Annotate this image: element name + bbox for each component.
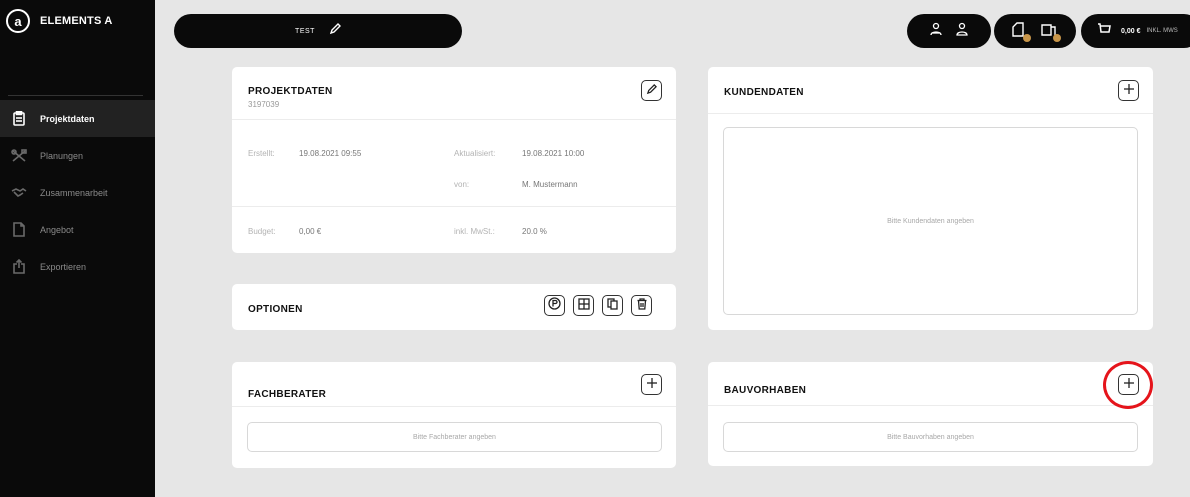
optionen-title: OPTIONEN	[248, 304, 303, 315]
sidebar-divider	[8, 95, 143, 96]
optionen-card: OPTIONEN	[232, 284, 676, 330]
folder-icon[interactable]	[1011, 22, 1031, 42]
by-label: von:	[454, 180, 470, 189]
sidebar: a ELEMENTS A Projektdaten Planungen Zusa…	[0, 0, 155, 497]
sidebar-nav: Projektdaten Planungen Zusammenarbeit An…	[0, 100, 155, 285]
divider	[232, 406, 676, 407]
brand-name: ELEMENTS A	[40, 15, 113, 27]
sidebar-item-planungen[interactable]: Planungen	[0, 137, 155, 174]
pencil-icon[interactable]	[329, 22, 341, 40]
divider	[232, 206, 676, 207]
parking-option-button[interactable]	[544, 295, 565, 316]
cart-pill[interactable]: 0,00 € INKL. MWS	[1081, 14, 1190, 48]
project-name-pill[interactable]: TEST	[174, 14, 462, 48]
delete-option-button[interactable]	[631, 295, 652, 316]
updated-label: Aktualisiert:	[454, 149, 496, 158]
sidebar-item-exportieren[interactable]: Exportieren	[0, 248, 155, 285]
sidebar-item-zusammenarbeit[interactable]: Zusammenarbeit	[0, 174, 155, 211]
export-icon	[10, 259, 28, 275]
notification-badge	[1023, 34, 1031, 42]
kundendaten-title: KUNDENDATEN	[724, 87, 804, 98]
projektdaten-title: PROJEKTDATEN	[248, 86, 333, 97]
bauvorhaben-title: BAUVORHABEN	[724, 385, 807, 396]
edit-projektdaten-button[interactable]	[641, 80, 662, 101]
divider	[232, 119, 676, 120]
floorplan-icon	[577, 297, 590, 315]
customer-icon[interactable]	[955, 22, 969, 41]
notification-badge	[1053, 34, 1061, 42]
sidebar-item-label: Projektdaten	[40, 113, 95, 124]
consultant-icon[interactable]	[929, 22, 943, 41]
created-label: Erstellt:	[248, 149, 275, 158]
cart-amount: 0,00 €	[1121, 27, 1141, 35]
sidebar-item-angebot[interactable]: Angebot	[0, 211, 155, 248]
trash-icon	[636, 297, 648, 315]
users-pill	[907, 14, 991, 48]
tax-label: inkl. MwSt.:	[454, 227, 495, 236]
tax-value: 20.0 %	[522, 227, 547, 236]
divider	[708, 405, 1153, 406]
by-value: M. Mustermann	[522, 180, 578, 189]
tools-icon	[10, 148, 28, 164]
project-name: TEST	[295, 27, 315, 35]
add-fachberater-button[interactable]	[641, 374, 662, 395]
kundendaten-card: KUNDENDATEN Bitte Kundendaten angeben	[708, 67, 1153, 330]
sidebar-item-label: Exportieren	[40, 261, 87, 272]
budget-label: Budget:	[248, 227, 276, 236]
add-kundendaten-button[interactable]	[1118, 80, 1139, 101]
copy-icon	[606, 297, 619, 315]
sidebar-item-label: Planungen	[40, 150, 84, 161]
highlight-ring	[1103, 361, 1153, 409]
kundendaten-empty-box[interactable]: Bitte Kundendaten angeben	[723, 127, 1138, 315]
fachberater-card: FACHBERATER Bitte Fachberater angeben	[232, 362, 676, 468]
copy-option-button[interactable]	[602, 295, 623, 316]
plan-option-button[interactable]	[573, 295, 594, 316]
fachberater-empty-box[interactable]: Bitte Fachberater angeben	[247, 422, 662, 452]
sidebar-item-projektdaten[interactable]: Projektdaten	[0, 100, 155, 137]
brand[interactable]: a ELEMENTS A	[6, 6, 113, 36]
cart-tax-label: INKL. MWS	[1146, 28, 1178, 34]
plus-icon	[1123, 82, 1135, 100]
document-stack-icon[interactable]	[1041, 22, 1061, 42]
bauvorhaben-card: BAUVORHABEN Bitte Bauvorhaben angeben	[708, 362, 1153, 466]
clipboard-icon	[10, 111, 28, 127]
budget-value: 0,00 €	[299, 227, 322, 236]
sidebar-item-label: Zusammenarbeit	[40, 187, 108, 198]
plus-icon	[646, 376, 658, 394]
divider	[708, 113, 1153, 114]
brand-logo-icon: a	[6, 9, 30, 33]
document-icon	[10, 222, 28, 238]
fachberater-title: FACHBERATER	[248, 389, 327, 400]
documents-pill	[994, 14, 1076, 48]
parking-icon	[548, 296, 561, 315]
project-id: 3197039	[248, 100, 280, 109]
cart-icon	[1097, 22, 1111, 40]
updated-value: 19.08.2021 10:00	[522, 149, 585, 158]
projektdaten-card: PROJEKTDATEN 3197039 Erstellt: 19.08.202…	[232, 67, 676, 253]
pencil-icon	[646, 82, 657, 100]
handshake-icon	[10, 185, 28, 201]
bauvorhaben-empty-box[interactable]: Bitte Bauvorhaben angeben	[723, 422, 1138, 452]
sidebar-item-label: Angebot	[40, 224, 74, 235]
created-value: 19.08.2021 09:55	[299, 149, 362, 158]
